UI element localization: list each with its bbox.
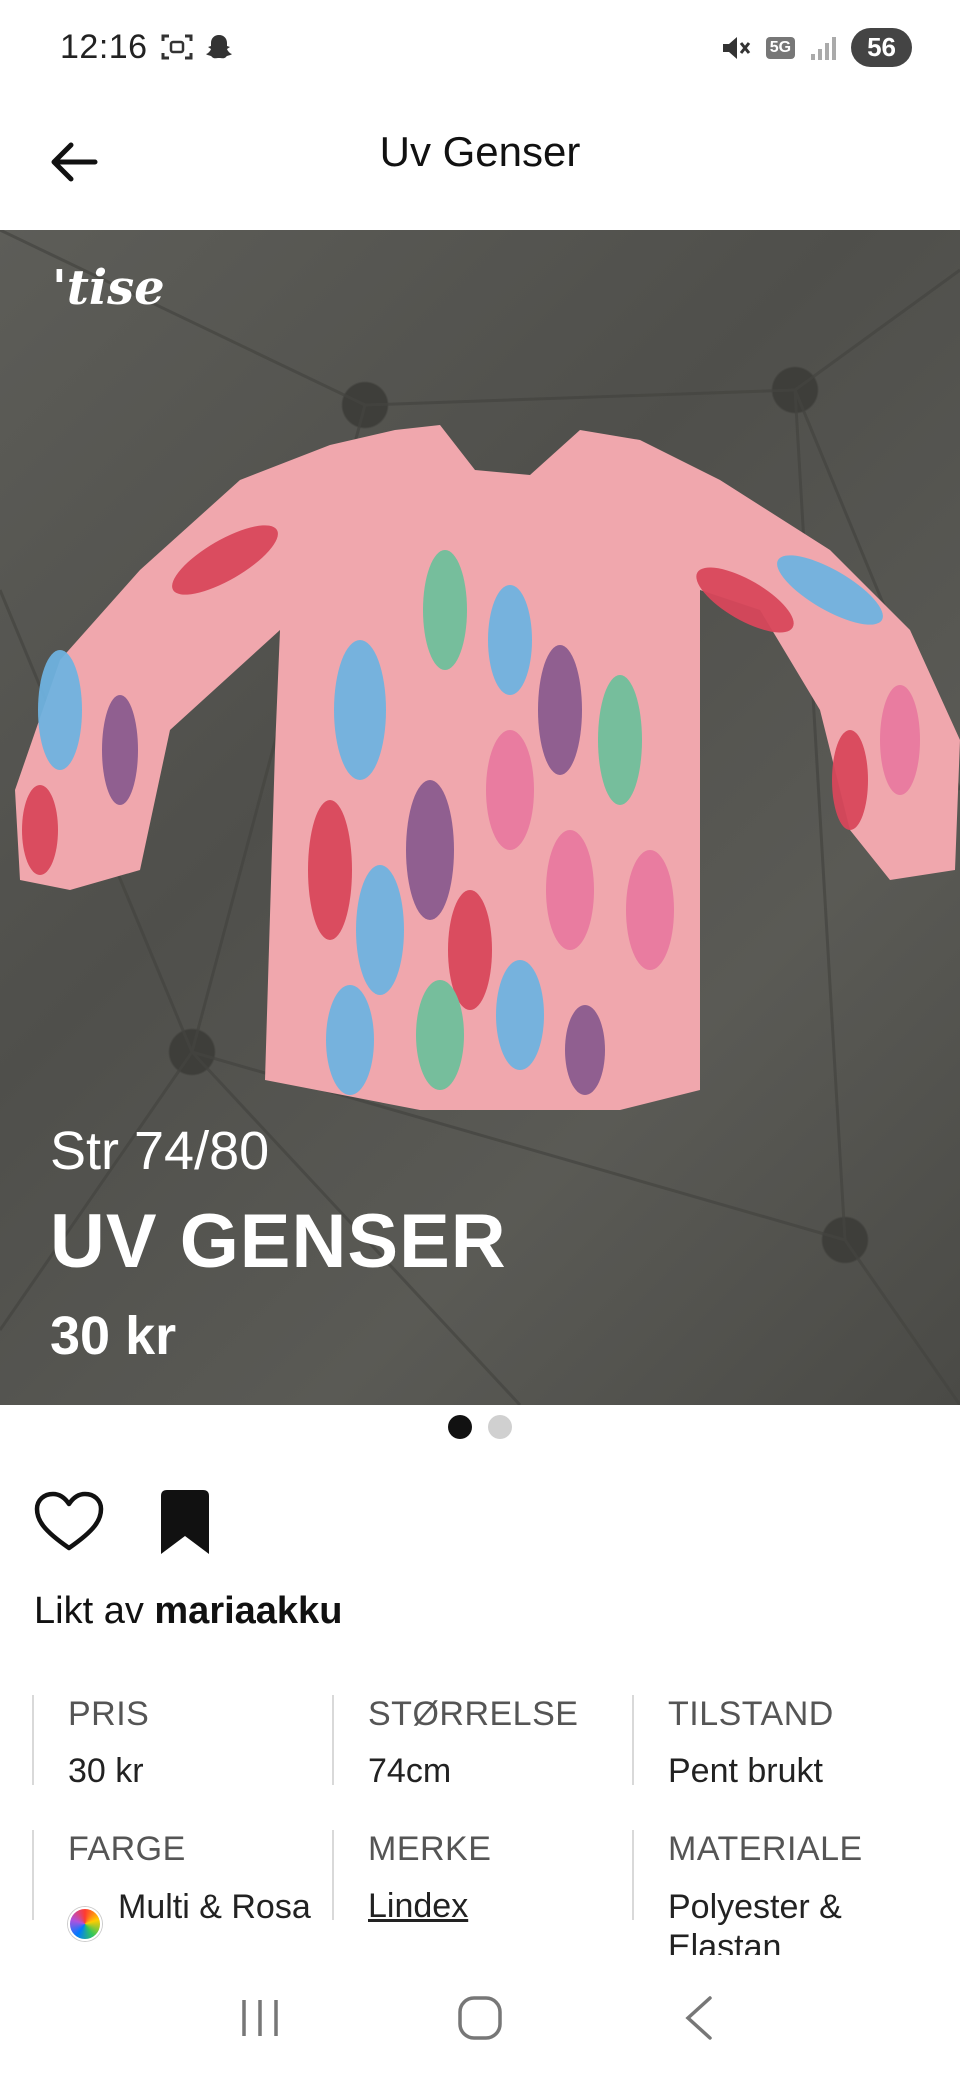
home-button[interactable] [440,1978,520,2058]
recents-icon [242,1999,278,2036]
overlay-title-text: UV GENSER [50,1199,507,1284]
bookmark-icon [161,1490,209,1554]
home-icon [458,1995,502,2040]
liked-by-prefix: Likt av [34,1590,144,1632]
detail-merke: MERKE Lindex [332,1830,632,1925]
detail-materiale: MATERIALE Polyester & Elastan [632,1830,932,1966]
detail-pris-value: 30 kr [68,1752,144,1790]
details-grid: PRIS 30 kr STØRRELSE 74cm TILSTAND Pent … [32,1695,932,1966]
pager-dot-2[interactable] [488,1415,512,1439]
overlay-price-text: 30 kr [50,1306,177,1366]
detail-tilstand-label: TILSTAND [668,1695,834,1733]
status-right: 5G 56 [720,28,912,67]
app-header: Uv Genser [0,100,960,230]
screenshot-icon [161,34,193,60]
detail-storrelse-label: STØRRELSE [368,1695,579,1733]
save-button[interactable] [148,1485,222,1559]
liked-by-text: Likt av mariaakku [34,1590,342,1633]
action-row [32,1485,222,1559]
notification-icons [160,32,234,62]
mute-icon [722,36,750,59]
detail-merke-label: MERKE [368,1830,492,1868]
detail-tilstand: TILSTAND Pent brukt [632,1695,932,1790]
detail-tilstand-value: Pent brukt [668,1752,823,1790]
battery-indicator: 56 [851,28,912,67]
pager-dot-1[interactable] [448,1415,472,1439]
back-nav-icon [685,1995,712,2040]
product-image-carousel[interactable]: 'tise Str 74/80 UV GENSER 30 kr [0,230,960,1405]
page-title: Uv Genser [379,128,581,175]
like-button[interactable] [32,1485,106,1559]
overlay-size-text: Str 74/80 [50,1121,270,1181]
color-swatch-icon [68,1907,102,1941]
network-5g-badge: 5G [765,36,796,59]
status-bar: 12:16 5G 56 [0,0,960,100]
liked-by-user[interactable]: mariaakku [154,1590,342,1632]
detail-farge: FARGE Multi & Rosa [32,1830,332,1941]
detail-storrelse: STØRRELSE 74cm [332,1695,632,1790]
image-pager [0,1415,960,1439]
back-nav-button[interactable] [660,1978,740,2058]
heart-icon [34,1491,104,1551]
signal-icon [811,36,837,60]
detail-materiale-label: MATERIALE [668,1830,863,1868]
detail-merke-link[interactable]: Lindex [368,1887,632,1926]
recents-button[interactable] [220,1978,300,2058]
tise-watermark: 'tise [52,260,165,316]
system-nav-bar [0,1955,960,2080]
detail-storrelse-value: 74cm [368,1752,452,1790]
snapchat-icon [206,35,232,59]
detail-farge-label: FARGE [68,1830,186,1868]
status-time: 12:16 [60,28,148,66]
detail-pris-label: PRIS [68,1695,150,1733]
detail-pris: PRIS 30 kr [32,1695,332,1790]
